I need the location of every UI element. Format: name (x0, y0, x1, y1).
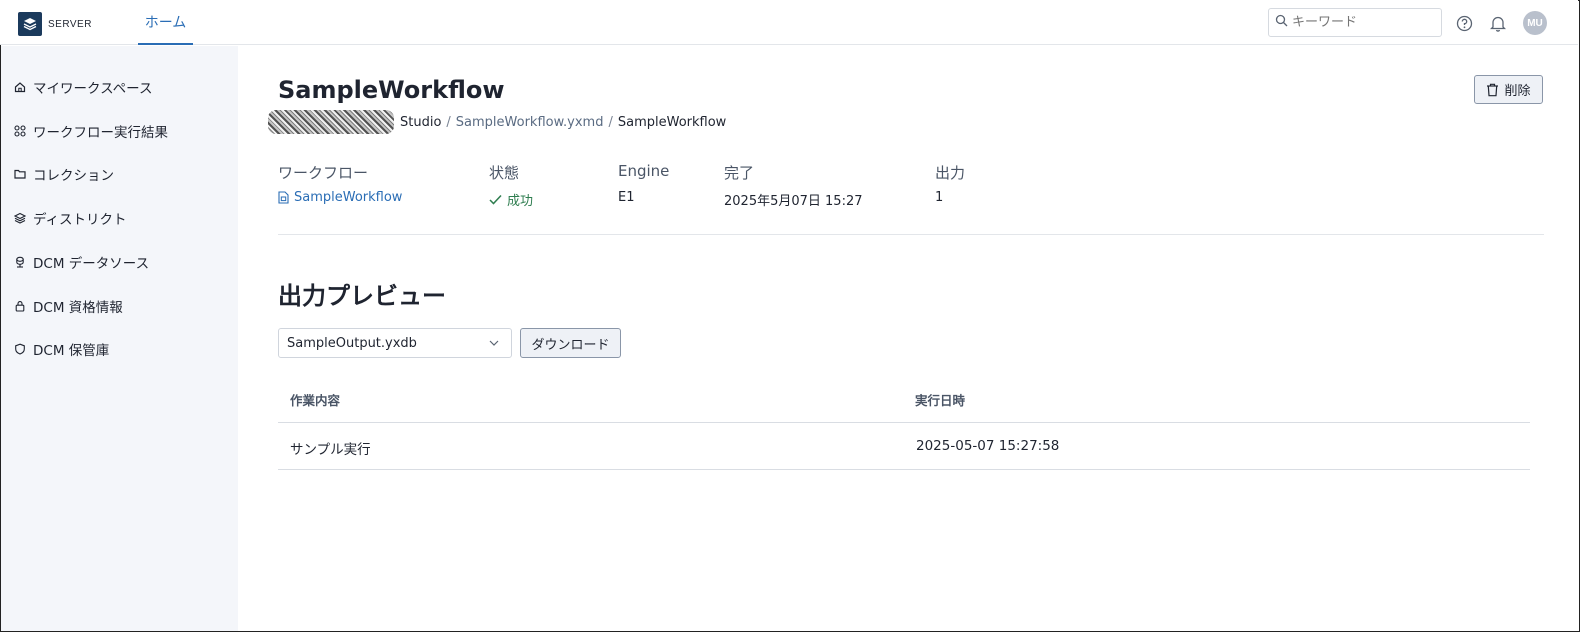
sidebar-item-label: マイワークスペース (33, 81, 153, 97)
check-icon (489, 194, 502, 205)
column-header: 実行日時 (915, 393, 966, 408)
workflow-link[interactable]: SampleWorkflow (278, 190, 402, 205)
workflow-value: SampleWorkflow (294, 190, 403, 205)
breadcrumb: Studio / SampleWorkflow.yxmd / SampleWor… (268, 110, 726, 134)
output-select-value: SampleOutput.yxdb (287, 335, 417, 351)
sidebar-item-districts[interactable]: ディストリクト (13, 207, 127, 229)
table-cell: サンプル実行 (290, 442, 371, 458)
download-button[interactable]: ダウンロード (520, 328, 621, 358)
sidebar-item-label: DCM 保管庫 (33, 343, 110, 359)
chevron-down-icon (489, 340, 499, 346)
table-cell: 2025-05-07 15:27:58 (916, 438, 1060, 454)
server-logo-icon (18, 12, 42, 36)
sidebar-item-my-workspace[interactable]: マイワークスペース (13, 76, 152, 98)
search-box[interactable] (1268, 8, 1442, 37)
bell-icon[interactable] (1489, 14, 1507, 32)
page-title: SampleWorkflow (278, 76, 505, 104)
brand-text: SERVER (48, 18, 92, 30)
workflow-label: ワークフロー (278, 164, 369, 182)
datasource-icon (13, 255, 27, 269)
redacted-text (268, 110, 394, 134)
sidebar: マイワークスペース ワークフロー実行結果 コレクション ディストリクト DCM … (1, 46, 238, 631)
sidebar-item-collections[interactable]: コレクション (13, 163, 114, 185)
status-label: 状態 (489, 164, 520, 182)
sidebar-item-workflow-results[interactable]: ワークフロー実行結果 (13, 120, 168, 142)
workflow-file-icon (278, 191, 289, 204)
table-row-divider (278, 469, 1530, 470)
breadcrumb-separator: / (446, 114, 451, 130)
breadcrumb-studio[interactable]: Studio (400, 115, 441, 130)
breadcrumb-current: SampleWorkflow (617, 114, 727, 130)
folder-icon (13, 167, 27, 181)
engine-value: E1 (618, 190, 635, 205)
search-input[interactable] (1292, 15, 1432, 30)
lock-icon (13, 299, 27, 313)
output-label: 出力 (935, 164, 966, 182)
delete-button[interactable]: 削除 (1474, 75, 1543, 104)
nodes-icon (13, 124, 27, 138)
home-icon (13, 80, 27, 94)
completed-label: 完了 (724, 164, 755, 182)
engine-label: Engine (618, 162, 670, 180)
avatar[interactable]: MU (1523, 11, 1547, 35)
layers-icon (13, 211, 27, 225)
top-bar: SERVER ホーム MU (0, 0, 1578, 45)
sidebar-item-label: ワークフロー実行結果 (33, 125, 168, 141)
breadcrumb-separator: / (608, 114, 613, 130)
status-badge: 成功 (489, 190, 533, 209)
sidebar-item-dcm-credentials[interactable]: DCM 資格情報 (13, 295, 123, 317)
completed-value: 2025年5月07日 15:27 (724, 194, 863, 209)
breadcrumb-workflow-file[interactable]: SampleWorkflow.yxmd (456, 115, 604, 130)
sidebar-item-label: DCM 資格情報 (33, 300, 123, 316)
main-content: SampleWorkflow 削除 Studio / SampleWorkflo… (238, 46, 1578, 631)
nav-home-tab[interactable]: ホーム (138, 0, 193, 45)
sidebar-item-label: ディストリクト (33, 212, 127, 228)
divider (278, 234, 1544, 235)
logo[interactable]: SERVER (18, 12, 92, 36)
status-value: 成功 (507, 194, 534, 209)
sidebar-item-dcm-datasource[interactable]: DCM データソース (13, 251, 149, 273)
delete-label: 削除 (1504, 84, 1531, 99)
search-icon (1275, 14, 1288, 31)
output-value: 1 (935, 190, 944, 205)
sidebar-item-label: コレクション (33, 168, 114, 184)
trash-icon (1486, 83, 1499, 97)
help-icon[interactable] (1455, 14, 1473, 32)
output-select[interactable]: SampleOutput.yxdb (278, 328, 512, 358)
shield-icon (13, 342, 27, 356)
column-header: 作業内容 (290, 393, 341, 408)
sidebar-item-label: DCM データソース (33, 256, 150, 272)
table-header-divider (278, 422, 1530, 423)
sidebar-item-dcm-vault[interactable]: DCM 保管庫 (13, 338, 109, 360)
output-preview-title: 出力プレビュー (278, 282, 446, 310)
